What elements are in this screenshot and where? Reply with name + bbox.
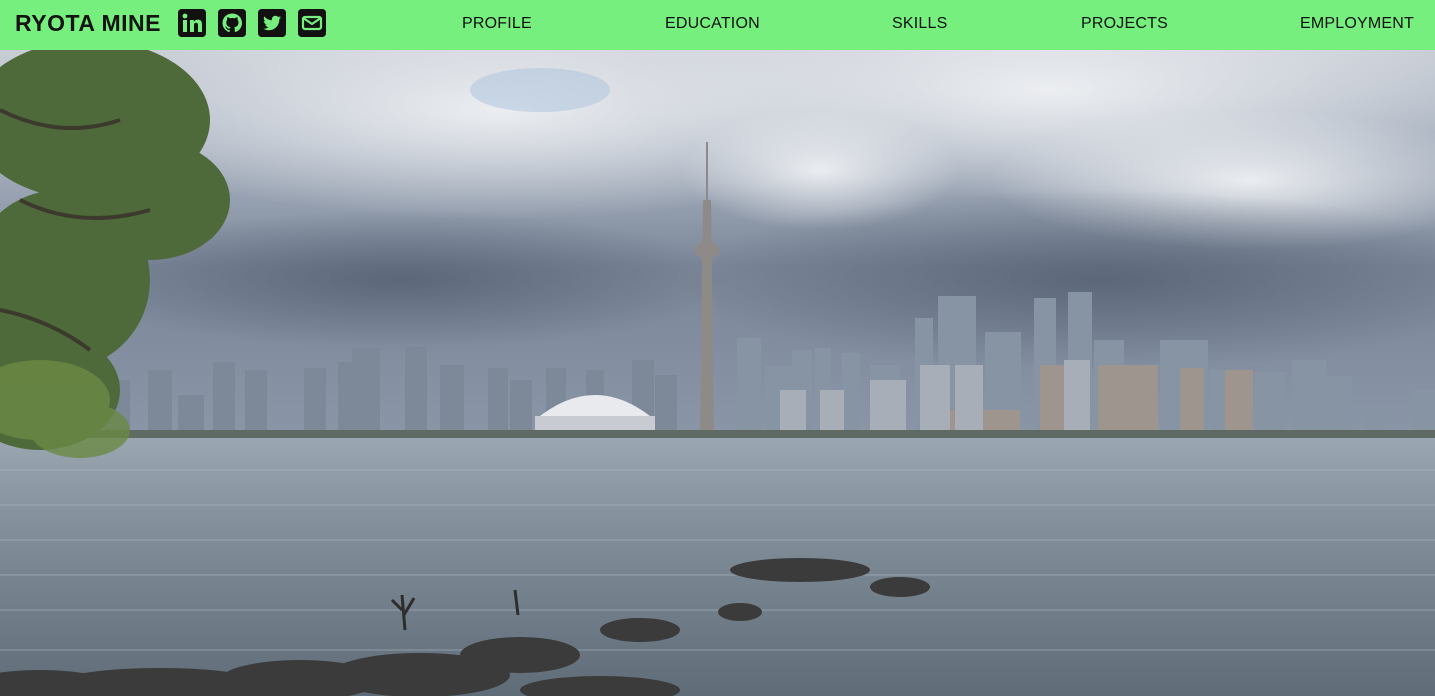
email-icon[interactable] [298,9,326,37]
brand-name[interactable]: RYOTA MINE [15,10,161,37]
nav-projects[interactable]: PROJECTS [1081,15,1168,33]
hero-skyline-image [0,50,1435,696]
nav-employment[interactable]: EMPLOYMENT [1300,15,1414,33]
nav-education[interactable]: EDUCATION [665,15,760,33]
twitter-icon[interactable] [258,9,286,37]
top-navbar: RYOTA MINE PROFILE EDUCATION SKILLS PROJ… [0,0,1435,50]
nav-skills[interactable]: SKILLS [892,15,947,33]
linkedin-icon[interactable] [178,9,206,37]
github-icon[interactable] [218,9,246,37]
nav-profile[interactable]: PROFILE [462,15,532,33]
